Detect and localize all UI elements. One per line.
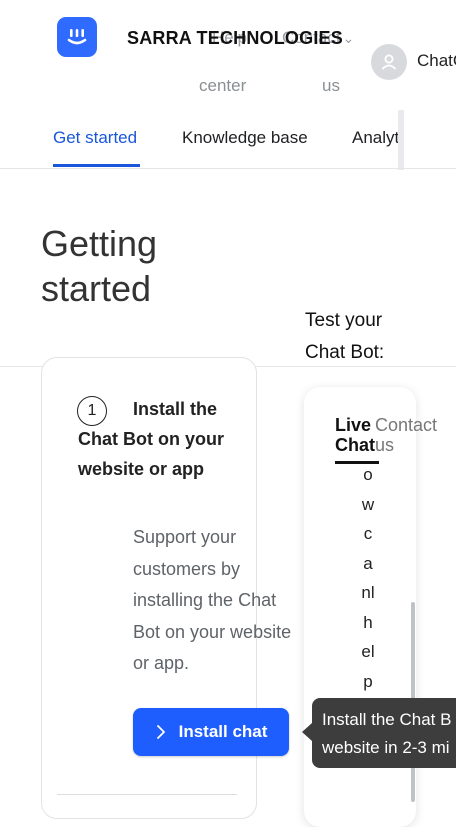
contact-us-link-line2[interactable]: us <box>322 76 340 96</box>
tab-get-started[interactable]: Get started <box>53 128 137 148</box>
install-tooltip: Install the Chat B website in 2-3 mi <box>312 698 456 768</box>
step-description: Support your customers by installing the… <box>133 527 292 673</box>
tooltip-line-2: website in 2-3 mi <box>322 738 450 757</box>
tab-analytics[interactable]: Analyt <box>352 128 399 148</box>
app-logo[interactable] <box>57 17 97 57</box>
active-tab-indicator <box>53 164 140 167</box>
chevron-right-icon <box>156 725 165 739</box>
step-title: Install the Chat Bot on your website or … <box>78 399 224 479</box>
widget-tab-live-chat[interactable]: Live Chat <box>335 415 379 455</box>
user-icon <box>381 54 397 70</box>
card-divider <box>57 794 237 795</box>
test-chatbot-label: Test your Chat Bot: <box>305 310 385 363</box>
tooltip-line-1: Install the Chat B <box>322 710 452 729</box>
page-title: Getting started <box>41 223 158 309</box>
install-chat-label: Install chat <box>178 722 268 741</box>
user-menu-label[interactable]: ChatG <box>417 51 456 71</box>
tab-knowledge-base[interactable]: Knowledge base <box>182 128 308 148</box>
tabs-scroll-edge <box>398 110 404 170</box>
brand-name: SARRA TECHNOLOGIES <box>127 28 343 48</box>
help-center-link-line2[interactable]: center <box>199 76 246 96</box>
user-avatar[interactable] <box>371 44 407 80</box>
widget-tab-contact-us[interactable]: Contact us <box>375 415 437 455</box>
install-chat-button[interactable]: Install chat <box>133 708 289 756</box>
chevron-down-icon: ⌄ <box>342 30 355 46</box>
chat-logo-icon <box>67 29 87 45</box>
tooltip-arrow <box>302 723 312 741</box>
tabs-divider <box>0 168 456 169</box>
